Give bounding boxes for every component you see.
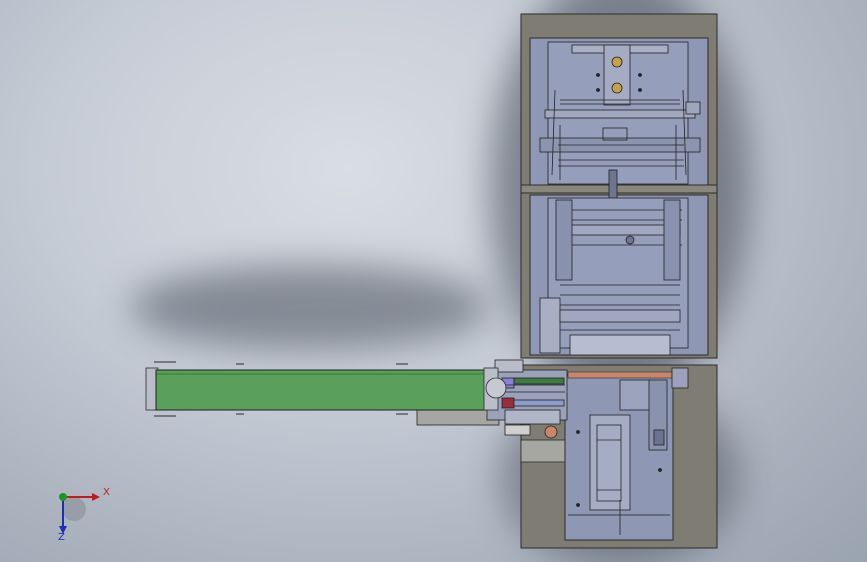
coordinate-triad	[59, 493, 100, 534]
axis-z-label: Z	[58, 532, 65, 543]
middle-mechanism	[539, 169, 689, 356]
upper-mechanism	[539, 41, 701, 185]
axis-x-label: X	[103, 487, 110, 498]
cad-viewport[interactable]: X Z	[0, 0, 867, 562]
conveyor	[145, 361, 507, 417]
machine-model[interactable]	[0, 0, 867, 562]
